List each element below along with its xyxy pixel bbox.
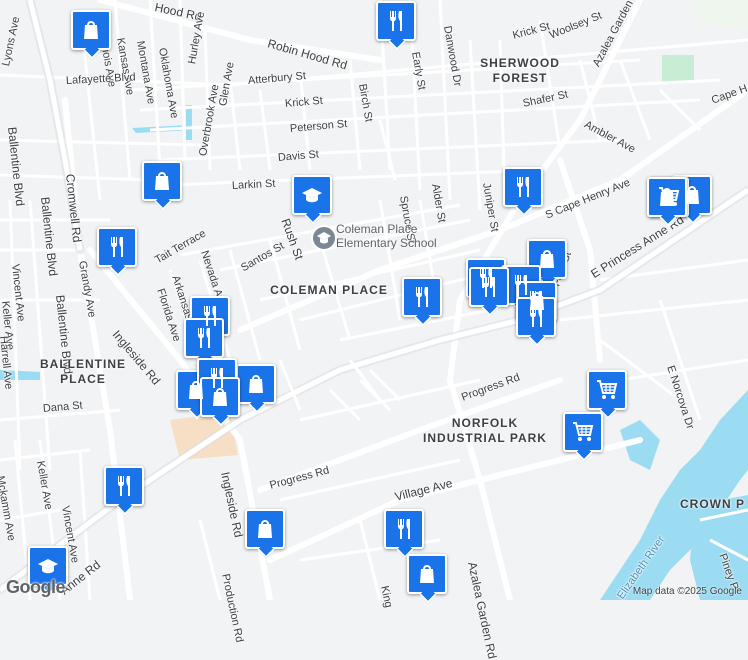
area-sherwood-forest: SHERWOOD FOREST bbox=[480, 56, 560, 85]
fork-knife-icon bbox=[410, 285, 434, 309]
shopping-bag-icon bbox=[208, 385, 232, 409]
shopping-bag-icon bbox=[244, 372, 268, 396]
fork-knife-icon bbox=[105, 235, 129, 259]
area-coleman-place: COLEMAN PLACE bbox=[270, 283, 388, 297]
shopping-bag-icon bbox=[415, 562, 439, 586]
restaurant-marker[interactable] bbox=[97, 227, 137, 267]
fork-knife-icon bbox=[112, 474, 136, 498]
school-marker[interactable] bbox=[292, 175, 332, 215]
shopping-cart-icon bbox=[571, 420, 595, 444]
restaurant-marker[interactable] bbox=[376, 1, 416, 41]
fork-knife-icon bbox=[198, 304, 222, 328]
google-logo: Google bbox=[6, 577, 66, 597]
shopping-marker[interactable] bbox=[236, 364, 276, 404]
shopping-cart-icon bbox=[595, 378, 619, 402]
map-canvas[interactable] bbox=[0, 0, 748, 600]
shopping-bag-icon bbox=[150, 169, 174, 193]
shopping-bag-icon bbox=[253, 517, 277, 541]
school-pin-icon[interactable] bbox=[311, 225, 337, 251]
area-crown-point: CROWN P bbox=[680, 497, 745, 511]
area-ballentine-place: BALLENTINE PLACE bbox=[40, 357, 126, 386]
graduation-cap-icon bbox=[36, 554, 60, 578]
fork-knife-icon bbox=[511, 175, 535, 199]
shopping-bag-icon bbox=[79, 18, 103, 42]
shopping-bag-icon bbox=[535, 247, 559, 271]
restaurant-marker[interactable] bbox=[384, 509, 424, 549]
shopping-marker[interactable] bbox=[245, 509, 285, 549]
area-norfolk-industrial-park: NORFOLK INDUSTRIAL PARK bbox=[423, 416, 547, 445]
fork-knife-icon bbox=[192, 326, 216, 350]
map-attribution[interactable]: Map data ©2025 Google bbox=[633, 586, 742, 597]
restaurant-marker[interactable] bbox=[104, 466, 144, 506]
park-area bbox=[662, 55, 694, 83]
school-name-label[interactable]: Coleman Place Elementary School bbox=[336, 222, 437, 250]
shopping-marker[interactable] bbox=[407, 554, 447, 594]
fork-knife-icon bbox=[384, 9, 408, 33]
shopping-marker[interactable] bbox=[71, 10, 111, 50]
graduation-cap-icon bbox=[300, 183, 324, 207]
shopping-bag-icon bbox=[680, 183, 704, 207]
fork-knife-icon bbox=[477, 275, 501, 299]
shopping-marker[interactable] bbox=[142, 161, 182, 201]
grocery-marker[interactable] bbox=[563, 412, 603, 452]
road-label-larkin: Larkin St bbox=[231, 177, 276, 192]
restaurant-marker[interactable] bbox=[503, 167, 543, 207]
fork-knife-icon bbox=[392, 517, 416, 541]
shopping-bag-icon bbox=[655, 185, 679, 209]
grocery-marker[interactable] bbox=[587, 370, 627, 410]
restaurant-marker[interactable] bbox=[402, 277, 442, 317]
fork-knife-icon bbox=[524, 305, 548, 329]
